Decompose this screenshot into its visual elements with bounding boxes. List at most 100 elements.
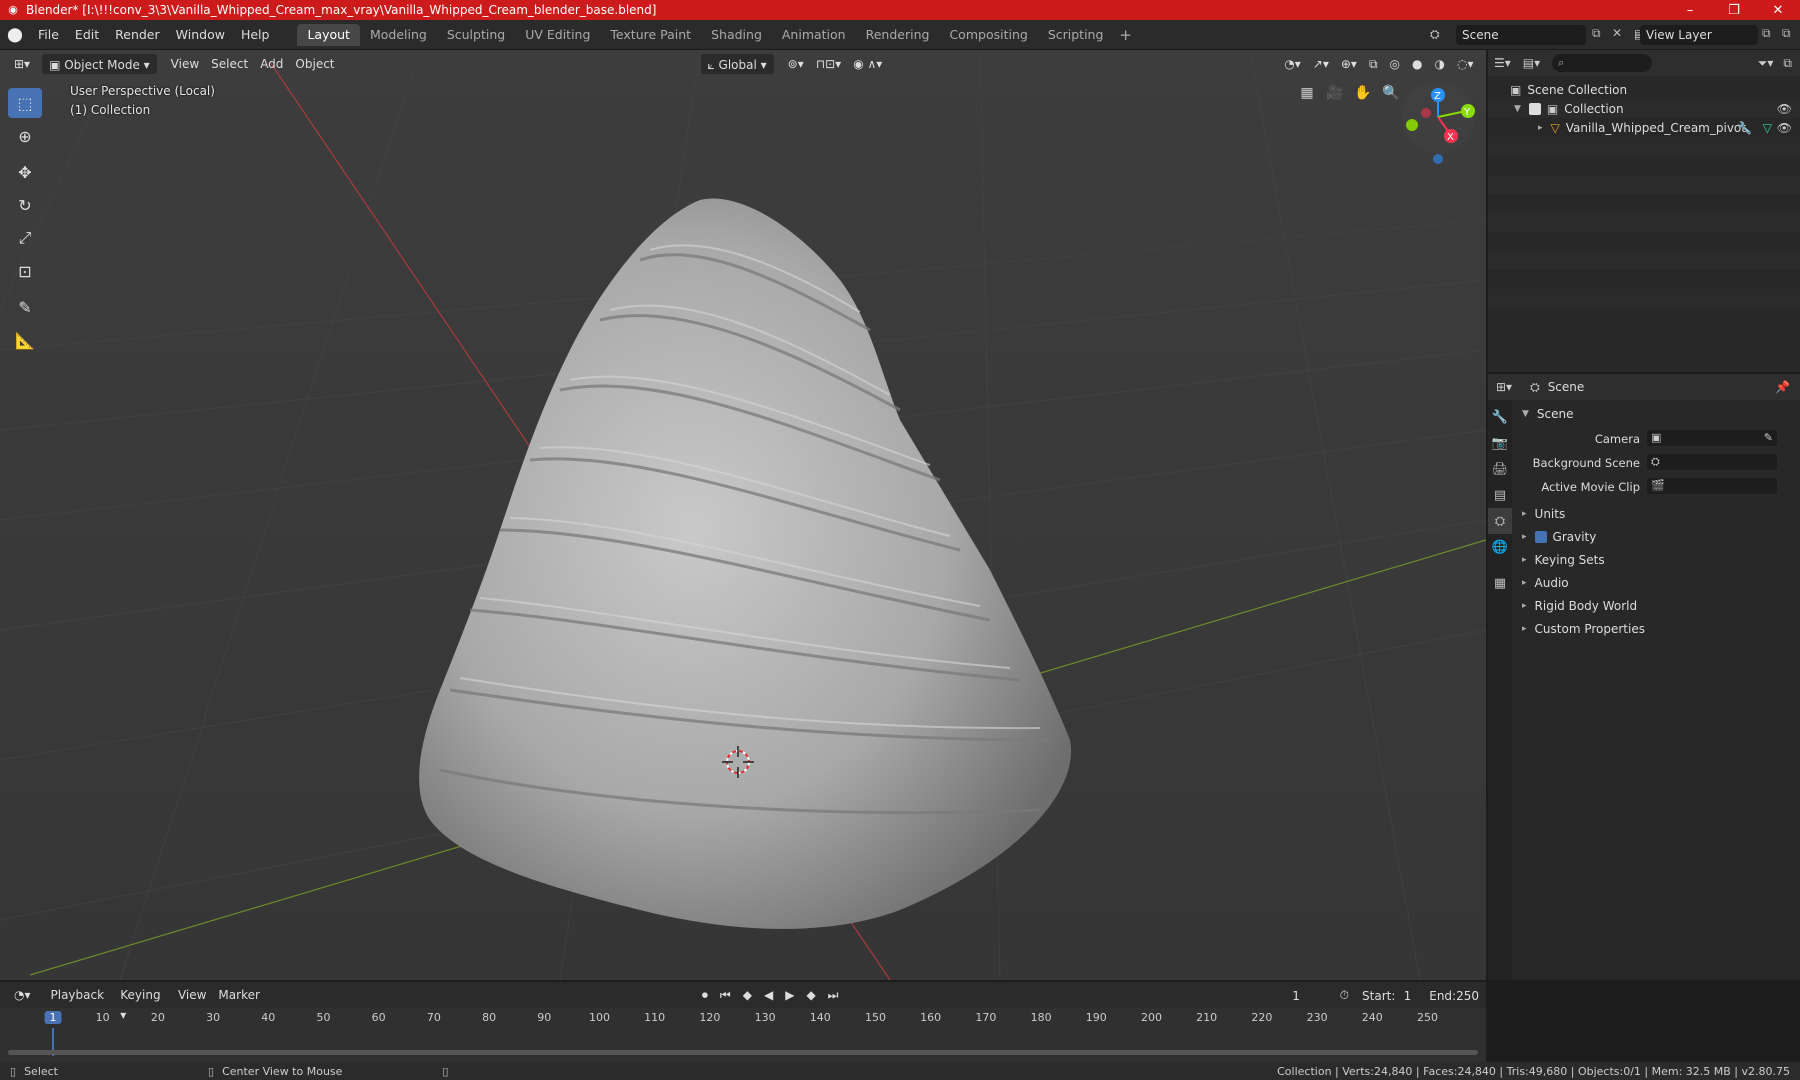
close-button[interactable]: ✕ [1756,0,1800,20]
play-reverse-icon[interactable]: ◀ [758,985,779,1005]
current-frame-field[interactable]: 1 [1264,985,1328,1005]
collection-exclude-checkbox[interactable] [1528,102,1541,115]
viewport-menu-add[interactable]: Add [254,54,289,74]
object-expand-icon[interactable]: ▸ [1538,123,1543,133]
visibility-icon[interactable]: ◔▾ [1278,54,1307,74]
rigid-body-world-panel-header[interactable]: ▸ Rigid Body World [1522,596,1637,616]
viewport-menu-view[interactable]: View [165,54,205,74]
camera-view-icon[interactable]: 🎥 [1322,80,1348,106]
view-layer-selector[interactable]: View Layer [1640,25,1758,45]
outliner-search-input[interactable]: ⌕ [1552,54,1653,72]
timeline-menu-playback[interactable]: Playback ▾ [45,985,115,1022]
timeline-editor-type-icon[interactable]: ◔▾ [8,985,37,1005]
proportional-editing-icon[interactable]: ◉ ∧▾ [847,54,888,74]
new-collection-icon[interactable]: ⧉ [1783,56,1792,71]
tab-compositing[interactable]: Compositing [939,24,1037,46]
menu-file[interactable]: File [30,24,67,46]
transform-orientation-dropdown[interactable]: ⟀ Global ▾ [700,54,774,74]
camera-field[interactable]: ▣ ✎ [1646,429,1778,447]
outliner-editor-type-icon[interactable]: ☰▾ [1494,56,1511,70]
gizmo-neg-x[interactable] [1421,108,1431,118]
next-keyframe-icon[interactable]: ◆ [800,985,821,1005]
scene-selector[interactable]: Scene [1456,25,1586,45]
new-view-layer-icon[interactable]: ⧉ [1762,26,1771,41]
viewport-menu-select[interactable]: Select [205,54,254,74]
background-scene-field[interactable]: ⛭ [1646,453,1778,471]
gizmo-neg-z[interactable] [1433,154,1443,164]
render-tab-icon[interactable]: 📷 [1488,430,1512,456]
measure-tool-icon[interactable]: 📐 [8,325,42,355]
scene-icon[interactable]: ⛭ [1430,27,1440,42]
scale-tool-icon[interactable]: ⤢ [8,223,42,253]
audio-panel-header[interactable]: ▸ Audio [1522,573,1569,593]
xray-toggle-icon[interactable]: ⧉ [1363,54,1384,74]
transform-tool-icon[interactable]: ⊡ [8,256,42,286]
timeline-menu-marker[interactable]: Marker [212,985,265,1005]
solid-shading-icon[interactable]: ● [1406,54,1428,74]
units-panel-header[interactable]: ▸ Units [1522,504,1565,524]
pan-view-hand-icon[interactable]: ✋ [1350,80,1376,106]
material-shading-icon[interactable]: ◑ [1428,54,1450,74]
3d-viewport[interactable]: Z Y X ⊞▾ ▣ Object Mode ▾ View Select Add… [0,50,1486,980]
active-movie-clip-field[interactable]: 🎬 [1646,477,1778,495]
properties-editor-type-icon[interactable]: ⊞▾ [1496,380,1512,394]
object-visibility-eye-icon[interactable]: 👁 [1777,121,1792,135]
overlay-toggle-icon[interactable]: ⊕▾ [1335,54,1363,74]
jump-start-icon[interactable]: ⏮ [714,985,737,1005]
rotate-tool-icon[interactable]: ↻ [8,190,42,220]
play-icon[interactable]: ▶ [779,985,800,1005]
delete-scene-icon[interactable]: ✕ [1612,26,1622,40]
scene-tab-icon[interactable]: ⛭ [1488,508,1512,534]
pivot-point-icon[interactable]: ⊚▾ [782,54,810,74]
filter-icon[interactable]: ⏷▾ [1758,56,1774,71]
eyedropper-icon[interactable]: ✎ [1764,431,1773,444]
tab-modeling[interactable]: Modeling [360,24,437,46]
outliner-object-row[interactable]: ▸ ▽ Vanilla_Whipped_Cream_pivot 🔧 ▽ 👁 [1488,118,1800,137]
move-tool-icon[interactable]: ✥ [8,157,42,187]
select-box-tool-icon[interactable]: ⬚ [8,88,42,118]
tab-rendering[interactable]: Rendering [856,24,940,46]
world-tab-icon[interactable]: 🌐 [1488,534,1512,560]
menu-render[interactable]: Render [107,24,168,46]
collection-visibility-eye-icon[interactable]: 👁 [1777,102,1792,116]
maximize-button[interactable]: ❐ [1712,0,1756,20]
texture-tab-icon[interactable]: ▦ [1488,570,1512,596]
display-mode-icon[interactable]: ▤▾ [1523,56,1540,70]
gizmo-neg-y[interactable] [1406,119,1418,131]
cursor-tool-icon[interactable]: ⊕ [8,121,42,151]
add-workspace-button[interactable]: + [1113,26,1138,44]
modifier-wrench-icon[interactable]: 🔧 [1737,121,1752,135]
gravity-panel-header[interactable]: ▸ Gravity [1522,527,1596,547]
record-keyframe-icon[interactable]: ⏺ [696,985,714,1005]
rendered-shading-icon[interactable]: ◌▾ [1451,54,1480,74]
minimize-button[interactable]: – [1668,0,1712,20]
start-frame-field[interactable]: Start: 1 [1355,985,1419,1005]
gizmo-toggle-icon[interactable]: ↗▾ [1307,54,1335,74]
outliner-collection-row[interactable]: ▼ ▣ Collection 👁 [1488,99,1800,118]
tab-animation[interactable]: Animation [772,24,856,46]
menu-edit[interactable]: Edit [67,24,107,46]
wireframe-shading-icon[interactable]: ◎ [1384,54,1406,74]
zoom-view-icon[interactable]: 🔍 [1378,80,1404,106]
gravity-checkbox[interactable] [1534,531,1547,543]
timeline-menu-keying[interactable]: Keying ▾ [114,985,172,1022]
menu-window[interactable]: Window [168,24,233,46]
frame-ruler[interactable]: 1 10 20 30 40 50 60 70 80 90 100 110 120 130 140 150 160… [0,1008,1486,1056]
blender-menu-icon[interactable]: ⬤ [0,27,30,43]
collection-expand-icon[interactable]: ▼ [1514,104,1521,114]
editor-type-icon[interactable]: ⊞▾ [8,54,36,74]
tab-layout[interactable]: Layout [297,23,360,46]
viewport-menu-object[interactable]: Object [289,54,340,74]
snap-icon[interactable]: ⊓⊡▾ [810,54,847,74]
mode-selector[interactable]: ▣ Object Mode ▾ [42,54,157,74]
keying-sets-panel-header[interactable]: ▸ Keying Sets [1522,550,1605,570]
mesh-data-icon[interactable]: ▽ [1763,121,1772,135]
menu-help[interactable]: Help [233,24,278,46]
prev-keyframe-icon[interactable]: ◆ [737,985,758,1005]
jump-end-icon[interactable]: ⏭ [822,985,845,1005]
scene-panel-header[interactable]: ▼ Scene [1522,404,1574,424]
annotate-tool-icon[interactable]: ✎ [8,292,42,322]
remove-view-layer-icon[interactable]: ⧉ [1782,26,1791,41]
tab-uv-editing[interactable]: UV Editing [515,24,600,46]
tab-sculpting[interactable]: Sculpting [437,24,515,46]
